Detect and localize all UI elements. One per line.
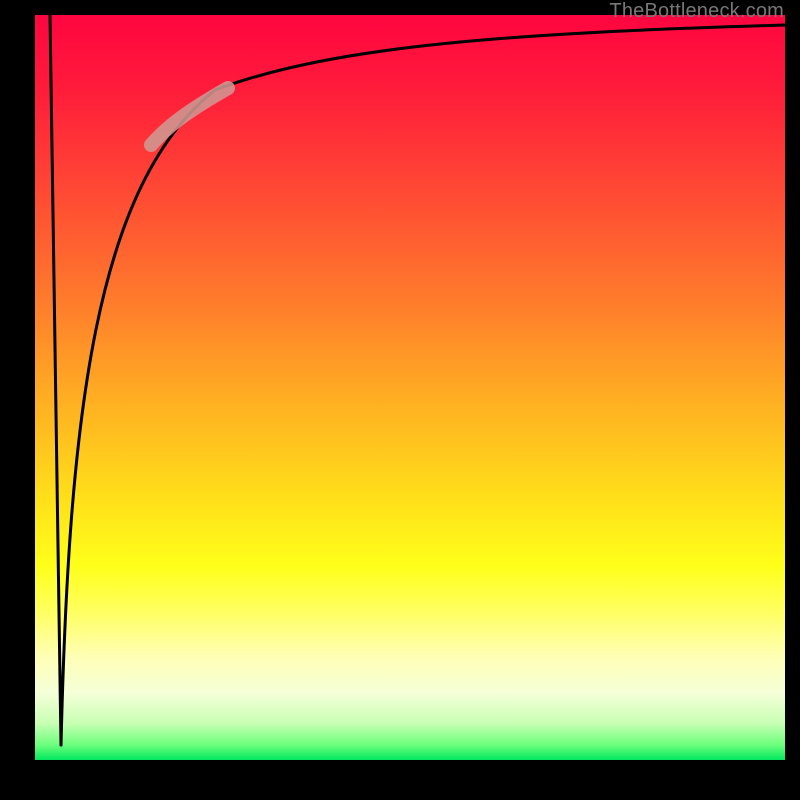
- main-curve-segment: [215, 25, 785, 90]
- plot-area: [35, 15, 785, 760]
- highlight-segment: [151, 88, 228, 145]
- main-curve-segment: [61, 90, 215, 745]
- chart-container: TheBottleneck.com: [0, 0, 800, 800]
- curve-layer: [35, 15, 785, 760]
- watermark-text: TheBottleneck.com: [609, 0, 784, 23]
- main-curve-segment: [50, 15, 61, 745]
